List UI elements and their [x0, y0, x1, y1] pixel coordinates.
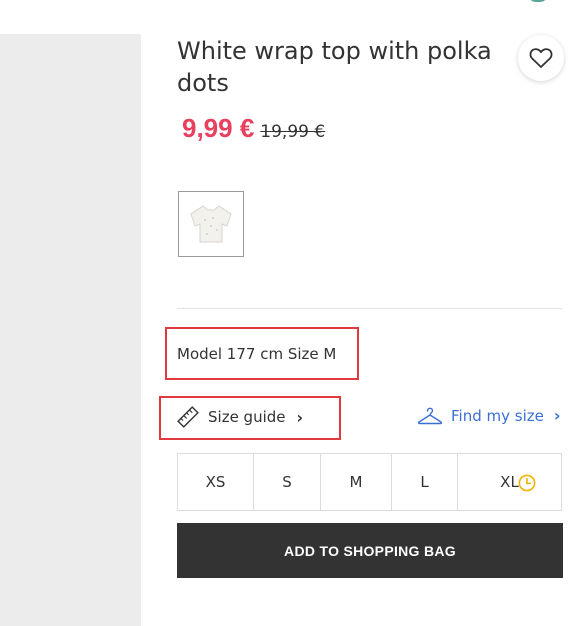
original-price: 19,99 € [260, 122, 326, 142]
wishlist-button[interactable] [518, 35, 564, 81]
size-label: L [420, 473, 429, 491]
size-label: XL [500, 473, 519, 491]
size-guide-label: Size guide [208, 408, 286, 426]
chevron-right-icon: › [296, 407, 304, 427]
size-option-xl[interactable]: XL [458, 454, 561, 510]
product-image-gallery[interactable] [0, 34, 141, 626]
price-block: 9,99 € 19,99 € [182, 113, 325, 144]
ruler-icon [177, 406, 199, 428]
section-divider [177, 308, 562, 309]
find-my-size-label: Find my size [451, 406, 544, 425]
size-selector: XS S M L XL [177, 453, 562, 511]
heart-icon [529, 48, 553, 68]
find-my-size-link[interactable]: Find my size › [417, 406, 560, 425]
hanger-icon [417, 407, 443, 424]
sale-price: 9,99 € [182, 113, 255, 143]
add-to-bag-button[interactable]: ADD TO SHOPPING BAG [177, 523, 563, 578]
top-bar [0, 0, 577, 34]
size-option-xs[interactable]: XS [178, 454, 254, 510]
size-option-m[interactable]: M [321, 454, 392, 510]
color-variant-thumbnail[interactable] [178, 191, 244, 257]
size-guide-link[interactable]: Size guide › [177, 406, 303, 428]
white-top-thumbnail-image [190, 205, 232, 243]
chevron-right-icon: › [553, 406, 561, 425]
size-option-l[interactable]: L [392, 454, 458, 510]
size-label: M [349, 473, 363, 491]
size-option-s[interactable]: S [254, 454, 321, 510]
clock-icon [518, 474, 536, 492]
product-title: White wrap top with polka dots [177, 37, 492, 97]
size-label: S [282, 473, 292, 491]
size-label: XS [205, 473, 226, 491]
model-size-info: Model 177 cm Size M [177, 345, 337, 363]
